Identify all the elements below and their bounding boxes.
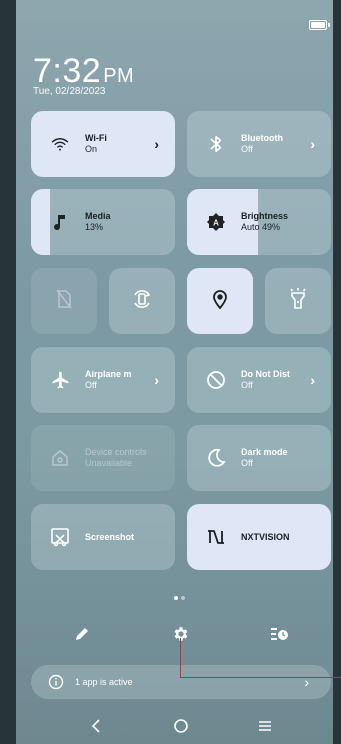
edit-button[interactable] bbox=[71, 625, 93, 647]
auto-rotate-icon bbox=[131, 288, 153, 315]
location-tile[interactable] bbox=[187, 268, 253, 334]
clock-ampm: PM bbox=[103, 65, 135, 87]
dark-mode-tile[interactable]: Dark mode Off bbox=[187, 425, 331, 491]
screenshot-icon bbox=[47, 524, 73, 550]
screenshot-tile[interactable]: Screenshot bbox=[31, 504, 175, 570]
device-controls-tile[interactable]: Device controls Unavailable bbox=[31, 425, 175, 491]
bluetooth-title: Bluetooth bbox=[241, 133, 283, 144]
nav-recents-button[interactable] bbox=[255, 718, 275, 738]
auto-rotate-tile[interactable] bbox=[109, 268, 175, 334]
battery-icon bbox=[309, 20, 330, 30]
airplane-state: Off bbox=[85, 380, 97, 390]
device-controls-state: Unavailable bbox=[85, 458, 133, 468]
dnd-expand-icon[interactable]: › bbox=[310, 372, 315, 388]
brightness-value: Auto 49% bbox=[241, 222, 281, 232]
no-sim-icon bbox=[56, 289, 72, 314]
dnd-title: Do Not Dist bbox=[241, 369, 290, 380]
nxtvision-icon bbox=[203, 524, 229, 550]
home-nav-icon bbox=[173, 718, 189, 739]
device-controls-title: Device controls bbox=[85, 447, 147, 458]
do-not-disturb-tile[interactable]: Do Not Dist Off › bbox=[187, 347, 331, 413]
dnd-state: Off bbox=[241, 380, 253, 390]
no-sim-tile[interactable] bbox=[31, 268, 97, 334]
dark-mode-title: Dark mode bbox=[241, 447, 288, 458]
home-icon bbox=[47, 445, 73, 471]
media-title: Media bbox=[85, 211, 111, 222]
info-icon bbox=[47, 673, 65, 691]
settings-icon bbox=[172, 625, 190, 648]
active-apps-bar[interactable]: 1 app is active › bbox=[31, 665, 331, 699]
page-indicator bbox=[174, 596, 185, 600]
settings-button[interactable] bbox=[170, 625, 192, 647]
date-label: Tue, 02/28/2023 bbox=[33, 86, 106, 97]
airplane-mode-tile[interactable]: Airplane m Off › bbox=[31, 347, 175, 413]
nxtvision-title: NXTVISION bbox=[241, 531, 290, 542]
nxtvision-tile[interactable]: NXTVISION bbox=[187, 504, 331, 570]
flashlight-tile[interactable] bbox=[265, 268, 331, 334]
recents-icon bbox=[258, 719, 272, 737]
media-value: 13% bbox=[85, 222, 104, 232]
screenshot-title: Screenshot bbox=[85, 531, 135, 542]
svg-text:A: A bbox=[213, 219, 219, 228]
moon-icon bbox=[203, 445, 229, 471]
music-note-icon bbox=[47, 209, 73, 235]
wifi-title: Wi-Fi bbox=[85, 133, 107, 144]
brightness-slider[interactable]: A Brightness Auto 49% bbox=[187, 189, 331, 255]
alarm-button[interactable] bbox=[268, 625, 290, 647]
nav-back-button[interactable] bbox=[86, 718, 106, 738]
airplane-expand-icon[interactable]: › bbox=[154, 372, 159, 388]
airplane-icon bbox=[47, 367, 73, 393]
airplane-title: Airplane m bbox=[85, 369, 132, 380]
left-bezel bbox=[0, 0, 16, 744]
right-bezel bbox=[333, 0, 341, 744]
annotation-line-vertical bbox=[180, 638, 181, 678]
bluetooth-state: Off bbox=[241, 144, 253, 154]
bluetooth-tile[interactable]: Bluetooth Off › bbox=[187, 111, 331, 177]
location-icon bbox=[212, 289, 228, 314]
do-not-disturb-icon bbox=[203, 367, 229, 393]
flashlight-icon bbox=[289, 287, 307, 315]
page-dot bbox=[181, 596, 185, 600]
media-volume-slider[interactable]: Media 13% bbox=[31, 189, 175, 255]
bluetooth-expand-icon[interactable]: › bbox=[310, 136, 315, 152]
wifi-state: On bbox=[85, 144, 98, 154]
wifi-tile[interactable]: Wi-Fi On › bbox=[31, 111, 175, 177]
brightness-icon: A bbox=[203, 209, 229, 235]
nav-home-button[interactable] bbox=[171, 718, 191, 738]
page-dot-active bbox=[174, 596, 178, 600]
edit-icon bbox=[74, 626, 90, 647]
clock-time: 7:32 bbox=[33, 52, 102, 90]
bluetooth-icon bbox=[203, 131, 229, 157]
active-apps-label: 1 app is active bbox=[75, 677, 133, 687]
annotation-line-horizontal bbox=[180, 677, 341, 678]
wifi-expand-icon[interactable]: › bbox=[154, 136, 159, 152]
dark-mode-state: Off bbox=[241, 458, 253, 468]
brightness-title: Brightness bbox=[241, 211, 289, 222]
wifi-icon bbox=[47, 131, 73, 157]
alarm-icon bbox=[269, 626, 289, 647]
back-icon bbox=[91, 718, 101, 738]
